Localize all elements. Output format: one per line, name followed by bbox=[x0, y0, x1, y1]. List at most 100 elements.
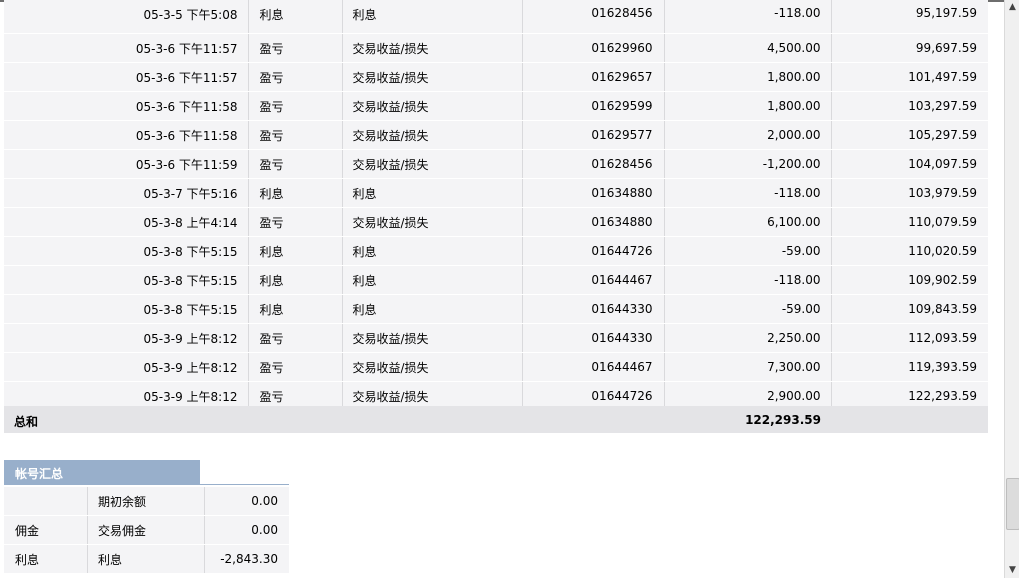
row-amount: 7,300.00 bbox=[664, 352, 832, 382]
account-summary-title: 帐号汇总 bbox=[15, 467, 64, 481]
row-balance: 99,697.59 bbox=[831, 33, 988, 63]
row-number: 01644330 bbox=[522, 294, 665, 324]
total-label: 总和 bbox=[14, 415, 39, 429]
scroll-up-icon[interactable]: ▲ bbox=[1005, 0, 1019, 15]
row-type: 盈亏 bbox=[248, 352, 343, 382]
row-description: 交易收益/损失 bbox=[342, 120, 523, 150]
row-amount: -1,200.00 bbox=[664, 149, 832, 179]
row-number: 01634880 bbox=[522, 207, 665, 237]
row-description: 交易收益/损失 bbox=[342, 149, 523, 179]
row-date: 05-3-5 下午5:08 bbox=[4, 0, 249, 34]
row-number: 01644467 bbox=[522, 265, 665, 295]
row-amount: 2,250.00 bbox=[664, 323, 832, 353]
row-number: 01644467 bbox=[522, 352, 665, 382]
row-balance: 103,297.59 bbox=[831, 91, 988, 121]
row-description: 利息 bbox=[342, 294, 523, 324]
row-balance: 103,979.59 bbox=[831, 178, 988, 208]
summary-item: 利息 bbox=[87, 544, 205, 574]
row-number: 01644726 bbox=[522, 236, 665, 266]
row-amount: -59.00 bbox=[664, 294, 832, 324]
summary-row: 期初余额 0.00 bbox=[4, 487, 289, 516]
row-description: 利息 bbox=[342, 0, 523, 34]
row-amount: 1,800.00 bbox=[664, 91, 832, 121]
row-number: 01644330 bbox=[522, 323, 665, 353]
row-date: 05-3-6 下午11:57 bbox=[4, 33, 249, 63]
summary-category: 佣金 bbox=[4, 515, 88, 545]
account-summary-table: 期初余额 0.00 佣金 交易佣金 0.00 利息 利息 -2,843.30 bbox=[4, 487, 289, 574]
table-row: 05-3-6 下午11:58 盈亏 交易收益/损失 01629577 2,000.00 1… bbox=[4, 120, 988, 150]
table-row: 05-3-6 下午11:57 盈亏 交易收益/损失 01629657 1,800.00 1… bbox=[4, 62, 988, 92]
row-number: 01629960 bbox=[522, 33, 665, 63]
table-row: 05-3-8 下午5:15 利息 利息 01644467 -118.00 109,902.… bbox=[4, 265, 988, 295]
row-description: 交易收益/损失 bbox=[342, 62, 523, 92]
row-amount: -118.00 bbox=[664, 0, 832, 34]
account-summary-header: 帐号汇总 bbox=[4, 460, 200, 485]
row-number: 01628456 bbox=[522, 149, 665, 179]
row-balance: 101,497.59 bbox=[831, 62, 988, 92]
table-row: 05-3-8 上午4:14 盈亏 交易收益/损失 01634880 6,100.00 11… bbox=[4, 207, 988, 237]
total-value: 122,293.59 bbox=[745, 413, 821, 427]
row-amount: 1,800.00 bbox=[664, 62, 832, 92]
row-date: 05-3-6 下午11:57 bbox=[4, 62, 249, 92]
row-number: 01629599 bbox=[522, 91, 665, 121]
row-date: 05-3-9 上午8:12 bbox=[4, 323, 249, 353]
row-type: 盈亏 bbox=[248, 207, 343, 237]
row-description: 利息 bbox=[342, 236, 523, 266]
scroll-down-icon[interactable]: ▼ bbox=[1005, 563, 1019, 578]
table-row: 05-3-8 下午5:15 利息 利息 01644330 -59.00 109,843.5… bbox=[4, 294, 988, 324]
table-row: 05-3-6 下午11:57 盈亏 交易收益/损失 01629960 4,500.00 9… bbox=[4, 33, 988, 63]
row-description: 交易收益/损失 bbox=[342, 352, 523, 382]
row-type: 盈亏 bbox=[248, 149, 343, 179]
table-row: 05-3-5 下午5:08 利息 利息 01628456 -118.00 95,197.5… bbox=[4, 0, 988, 34]
row-balance: 109,902.59 bbox=[831, 265, 988, 295]
row-description: 利息 bbox=[342, 265, 523, 295]
summary-category: 利息 bbox=[4, 544, 88, 574]
row-balance: 104,097.59 bbox=[831, 149, 988, 179]
row-balance: 109,843.59 bbox=[831, 294, 988, 324]
summary-item: 交易佣金 bbox=[87, 515, 205, 545]
row-description: 交易收益/损失 bbox=[342, 323, 523, 353]
row-amount: 6,100.00 bbox=[664, 207, 832, 237]
row-amount: -59.00 bbox=[664, 236, 832, 266]
summary-item: 期初余额 bbox=[87, 487, 205, 516]
transactions-table-container: 05-3-5 下午5:08 利息 利息 01628456 -118.00 95,197.5… bbox=[4, 0, 988, 411]
summary-row: 佣金 交易佣金 0.00 bbox=[4, 515, 289, 545]
row-balance: 112,093.59 bbox=[831, 323, 988, 353]
row-balance: 110,079.59 bbox=[831, 207, 988, 237]
row-number: 01629657 bbox=[522, 62, 665, 92]
transactions-table: 05-3-5 下午5:08 利息 利息 01628456 -118.00 95,197.5… bbox=[4, 0, 988, 411]
row-balance: 95,197.59 bbox=[831, 0, 988, 34]
row-amount: 4,500.00 bbox=[664, 33, 832, 63]
row-balance: 105,297.59 bbox=[831, 120, 988, 150]
row-type: 利息 bbox=[248, 236, 343, 266]
table-row: 05-3-8 下午5:15 利息 利息 01644726 -59.00 110,020.5… bbox=[4, 236, 988, 266]
table-row: 05-3-9 上午8:12 盈亏 交易收益/损失 01644467 7,300.00 11… bbox=[4, 352, 988, 382]
row-type: 盈亏 bbox=[248, 33, 343, 63]
row-number: 01628456 bbox=[522, 0, 665, 34]
row-amount: -118.00 bbox=[664, 178, 832, 208]
row-description: 利息 bbox=[342, 178, 523, 208]
row-description: 交易收益/损失 bbox=[342, 33, 523, 63]
row-date: 05-3-8 下午5:15 bbox=[4, 236, 249, 266]
row-date: 05-3-6 下午11:59 bbox=[4, 149, 249, 179]
table-row: 05-3-6 下午11:59 盈亏 交易收益/损失 01628456 -1,200.00… bbox=[4, 149, 988, 179]
row-date: 05-3-6 下午11:58 bbox=[4, 91, 249, 121]
row-date: 05-3-7 下午5:16 bbox=[4, 178, 249, 208]
summary-value: -2,843.30 bbox=[204, 544, 289, 574]
row-type: 盈亏 bbox=[248, 323, 343, 353]
total-row: 总和 122,293.59 bbox=[4, 406, 988, 433]
row-type: 利息 bbox=[248, 178, 343, 208]
row-number: 01634880 bbox=[522, 178, 665, 208]
row-balance: 110,020.59 bbox=[831, 236, 988, 266]
row-amount: -118.00 bbox=[664, 265, 832, 295]
vertical-scrollbar[interactable]: ▲ ▼ bbox=[1004, 0, 1019, 578]
row-description: 交易收益/损失 bbox=[342, 207, 523, 237]
summary-value: 0.00 bbox=[204, 487, 289, 516]
table-row: 05-3-6 下午11:58 盈亏 交易收益/损失 01629599 1,800.00 1… bbox=[4, 91, 988, 121]
row-type: 利息 bbox=[248, 0, 343, 34]
row-description: 交易收益/损失 bbox=[342, 91, 523, 121]
row-date: 05-3-8 下午5:15 bbox=[4, 294, 249, 324]
summary-value: 0.00 bbox=[204, 515, 289, 545]
scrollbar-thumb[interactable] bbox=[1006, 478, 1019, 530]
table-row: 05-3-7 下午5:16 利息 利息 01634880 -118.00 103,979.… bbox=[4, 178, 988, 208]
